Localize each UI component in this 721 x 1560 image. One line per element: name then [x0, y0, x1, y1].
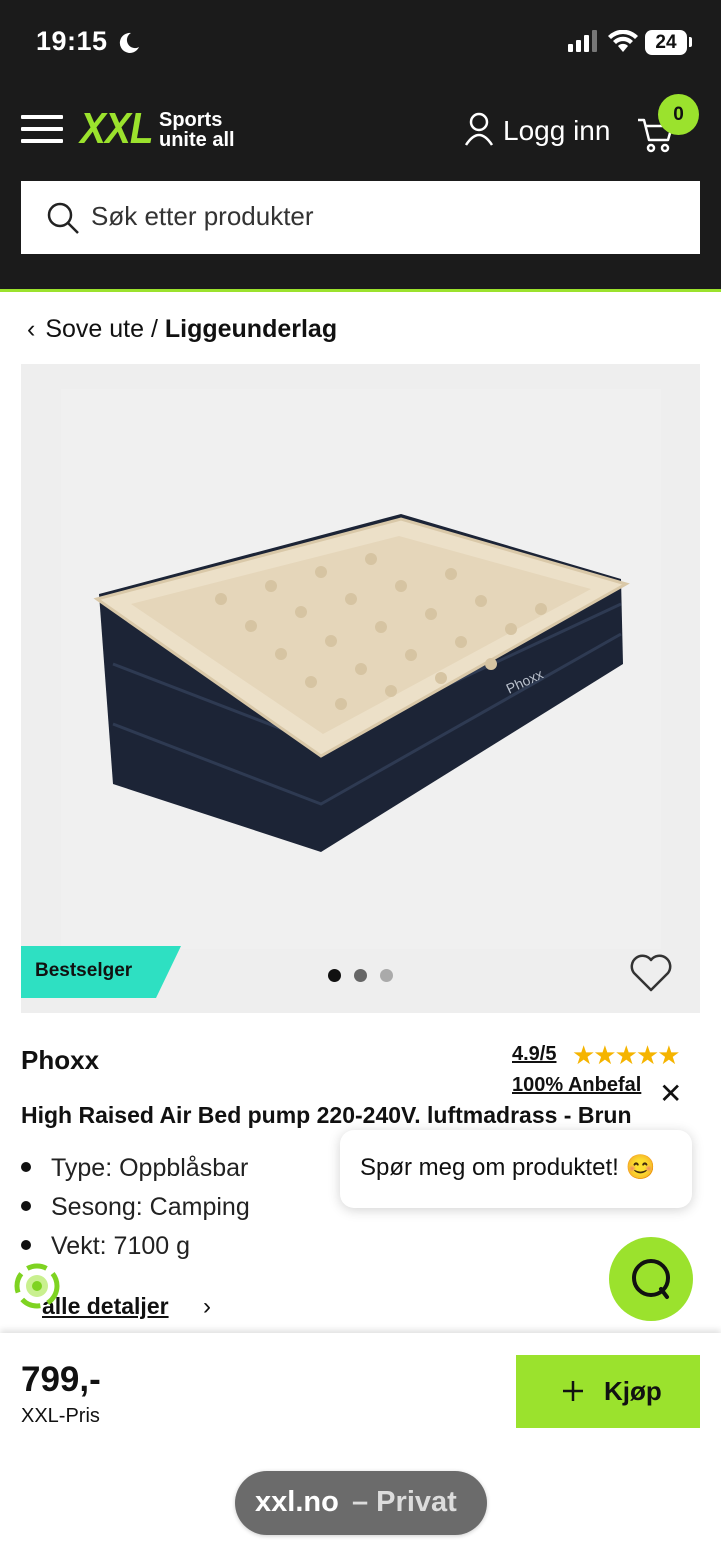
private-mode-label: – Privat: [352, 1486, 457, 1518]
logo-tagline: Sports unite all: [159, 109, 235, 151]
search-icon: [47, 202, 79, 234]
chat-prompt-text[interactable]: Spør meg om produktet! 😊: [360, 1153, 655, 1182]
product-image-gallery[interactable]: Phoxx: [21, 364, 700, 1013]
battery-indicator: 24: [645, 30, 687, 55]
recommend-percentage[interactable]: 100% Anbefal: [512, 1074, 641, 1097]
favorite-heart-icon[interactable]: [629, 953, 673, 993]
gallery-dot-2[interactable]: [354, 969, 367, 982]
status-time: 19:15: [36, 26, 108, 56]
cellular-signal-icon: [568, 30, 597, 52]
breadcrumb-parent[interactable]: Sove ute: [45, 315, 144, 343]
rating-score[interactable]: 4.9/5: [512, 1043, 556, 1066]
rating-stars-icon: ★★★★★: [572, 1040, 681, 1070]
login-link[interactable]: Logg inn: [503, 115, 610, 147]
header-accent-line: [0, 289, 721, 292]
breadcrumb-current: Liggeunderlag: [164, 315, 338, 343]
menu-icon[interactable]: [21, 113, 63, 145]
chat-bubble-icon: [632, 1259, 670, 1299]
product-brand[interactable]: Phoxx: [21, 1045, 99, 1076]
product-title: High Raised Air Bed pump 220-240V. luftm…: [21, 1102, 632, 1128]
xxl-logo[interactable]: XXL: [80, 104, 154, 154]
chevron-right-icon: ›: [203, 1293, 211, 1320]
do-not-disturb-moon-icon: [119, 32, 139, 53]
breadcrumb[interactable]: ‹ Sove ute / Liggeunderlag: [27, 315, 337, 344]
plus-icon: [563, 1381, 583, 1401]
spec-item: Sesong: Camping: [21, 1193, 250, 1222]
product-price: 799,-: [21, 1360, 101, 1399]
chat-button[interactable]: [609, 1237, 693, 1321]
bestseller-badge: Bestselger: [35, 960, 133, 981]
search-input[interactable]: Søk etter produkter: [91, 201, 314, 232]
gallery-dot-3[interactable]: [380, 969, 393, 982]
cart-count-badge[interactable]: 0: [658, 94, 699, 135]
user-icon[interactable]: [464, 112, 494, 146]
buy-button-label[interactable]: Kjøp: [604, 1376, 662, 1407]
spec-item: Type: Oppblåsbar: [21, 1154, 248, 1183]
breadcrumb-separator: /: [150, 315, 158, 343]
search-bar[interactable]: Søk etter produkter: [21, 181, 700, 254]
wifi-icon: [608, 30, 638, 52]
spec-item: Vekt: 7100 g: [21, 1232, 190, 1261]
url-host[interactable]: xxl.no: [255, 1486, 339, 1519]
gallery-dot-1[interactable]: [328, 969, 341, 982]
price-label: XXL-Pris: [21, 1405, 100, 1427]
chevron-left-icon: ‹: [27, 315, 36, 343]
sustainability-leaf-icon[interactable]: [12, 1261, 62, 1311]
air-mattress-image: Phoxx: [61, 389, 661, 949]
battery-tip: [689, 37, 692, 47]
